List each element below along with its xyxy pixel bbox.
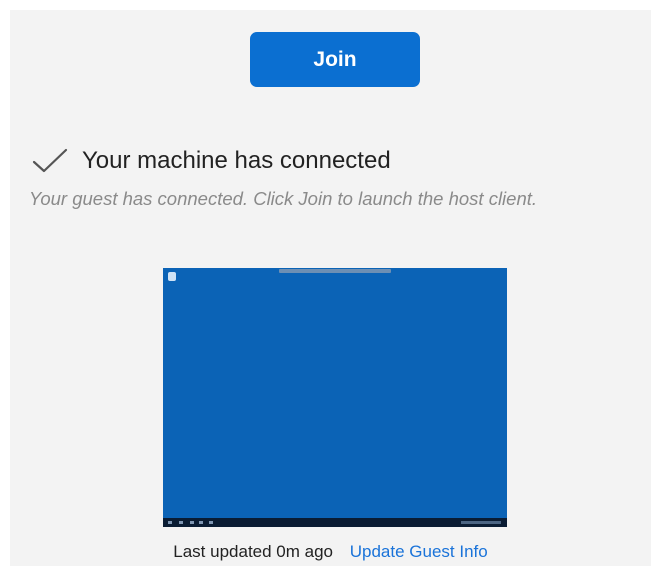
- status-title: Your machine has connected: [82, 147, 391, 174]
- desktop-icon: [168, 272, 176, 281]
- preview-footer: Last updated 0m ago Update Guest Info: [10, 542, 651, 562]
- connection-panel: Join Your machine has connected Your gue…: [10, 10, 651, 566]
- status-subtitle: Your guest has connected. Click Join to …: [29, 188, 538, 209]
- status-header: Your machine has connected: [32, 143, 391, 179]
- update-guest-info-link[interactable]: Update Guest Info: [350, 542, 488, 561]
- last-updated-text: Last updated 0m ago: [173, 542, 333, 561]
- checkmark-icon: [32, 148, 68, 174]
- preview-taskbar: [163, 518, 507, 527]
- guest-screen-preview: [163, 268, 507, 527]
- preview-remote-toolbar: [279, 269, 391, 273]
- join-button[interactable]: Join: [250, 32, 420, 87]
